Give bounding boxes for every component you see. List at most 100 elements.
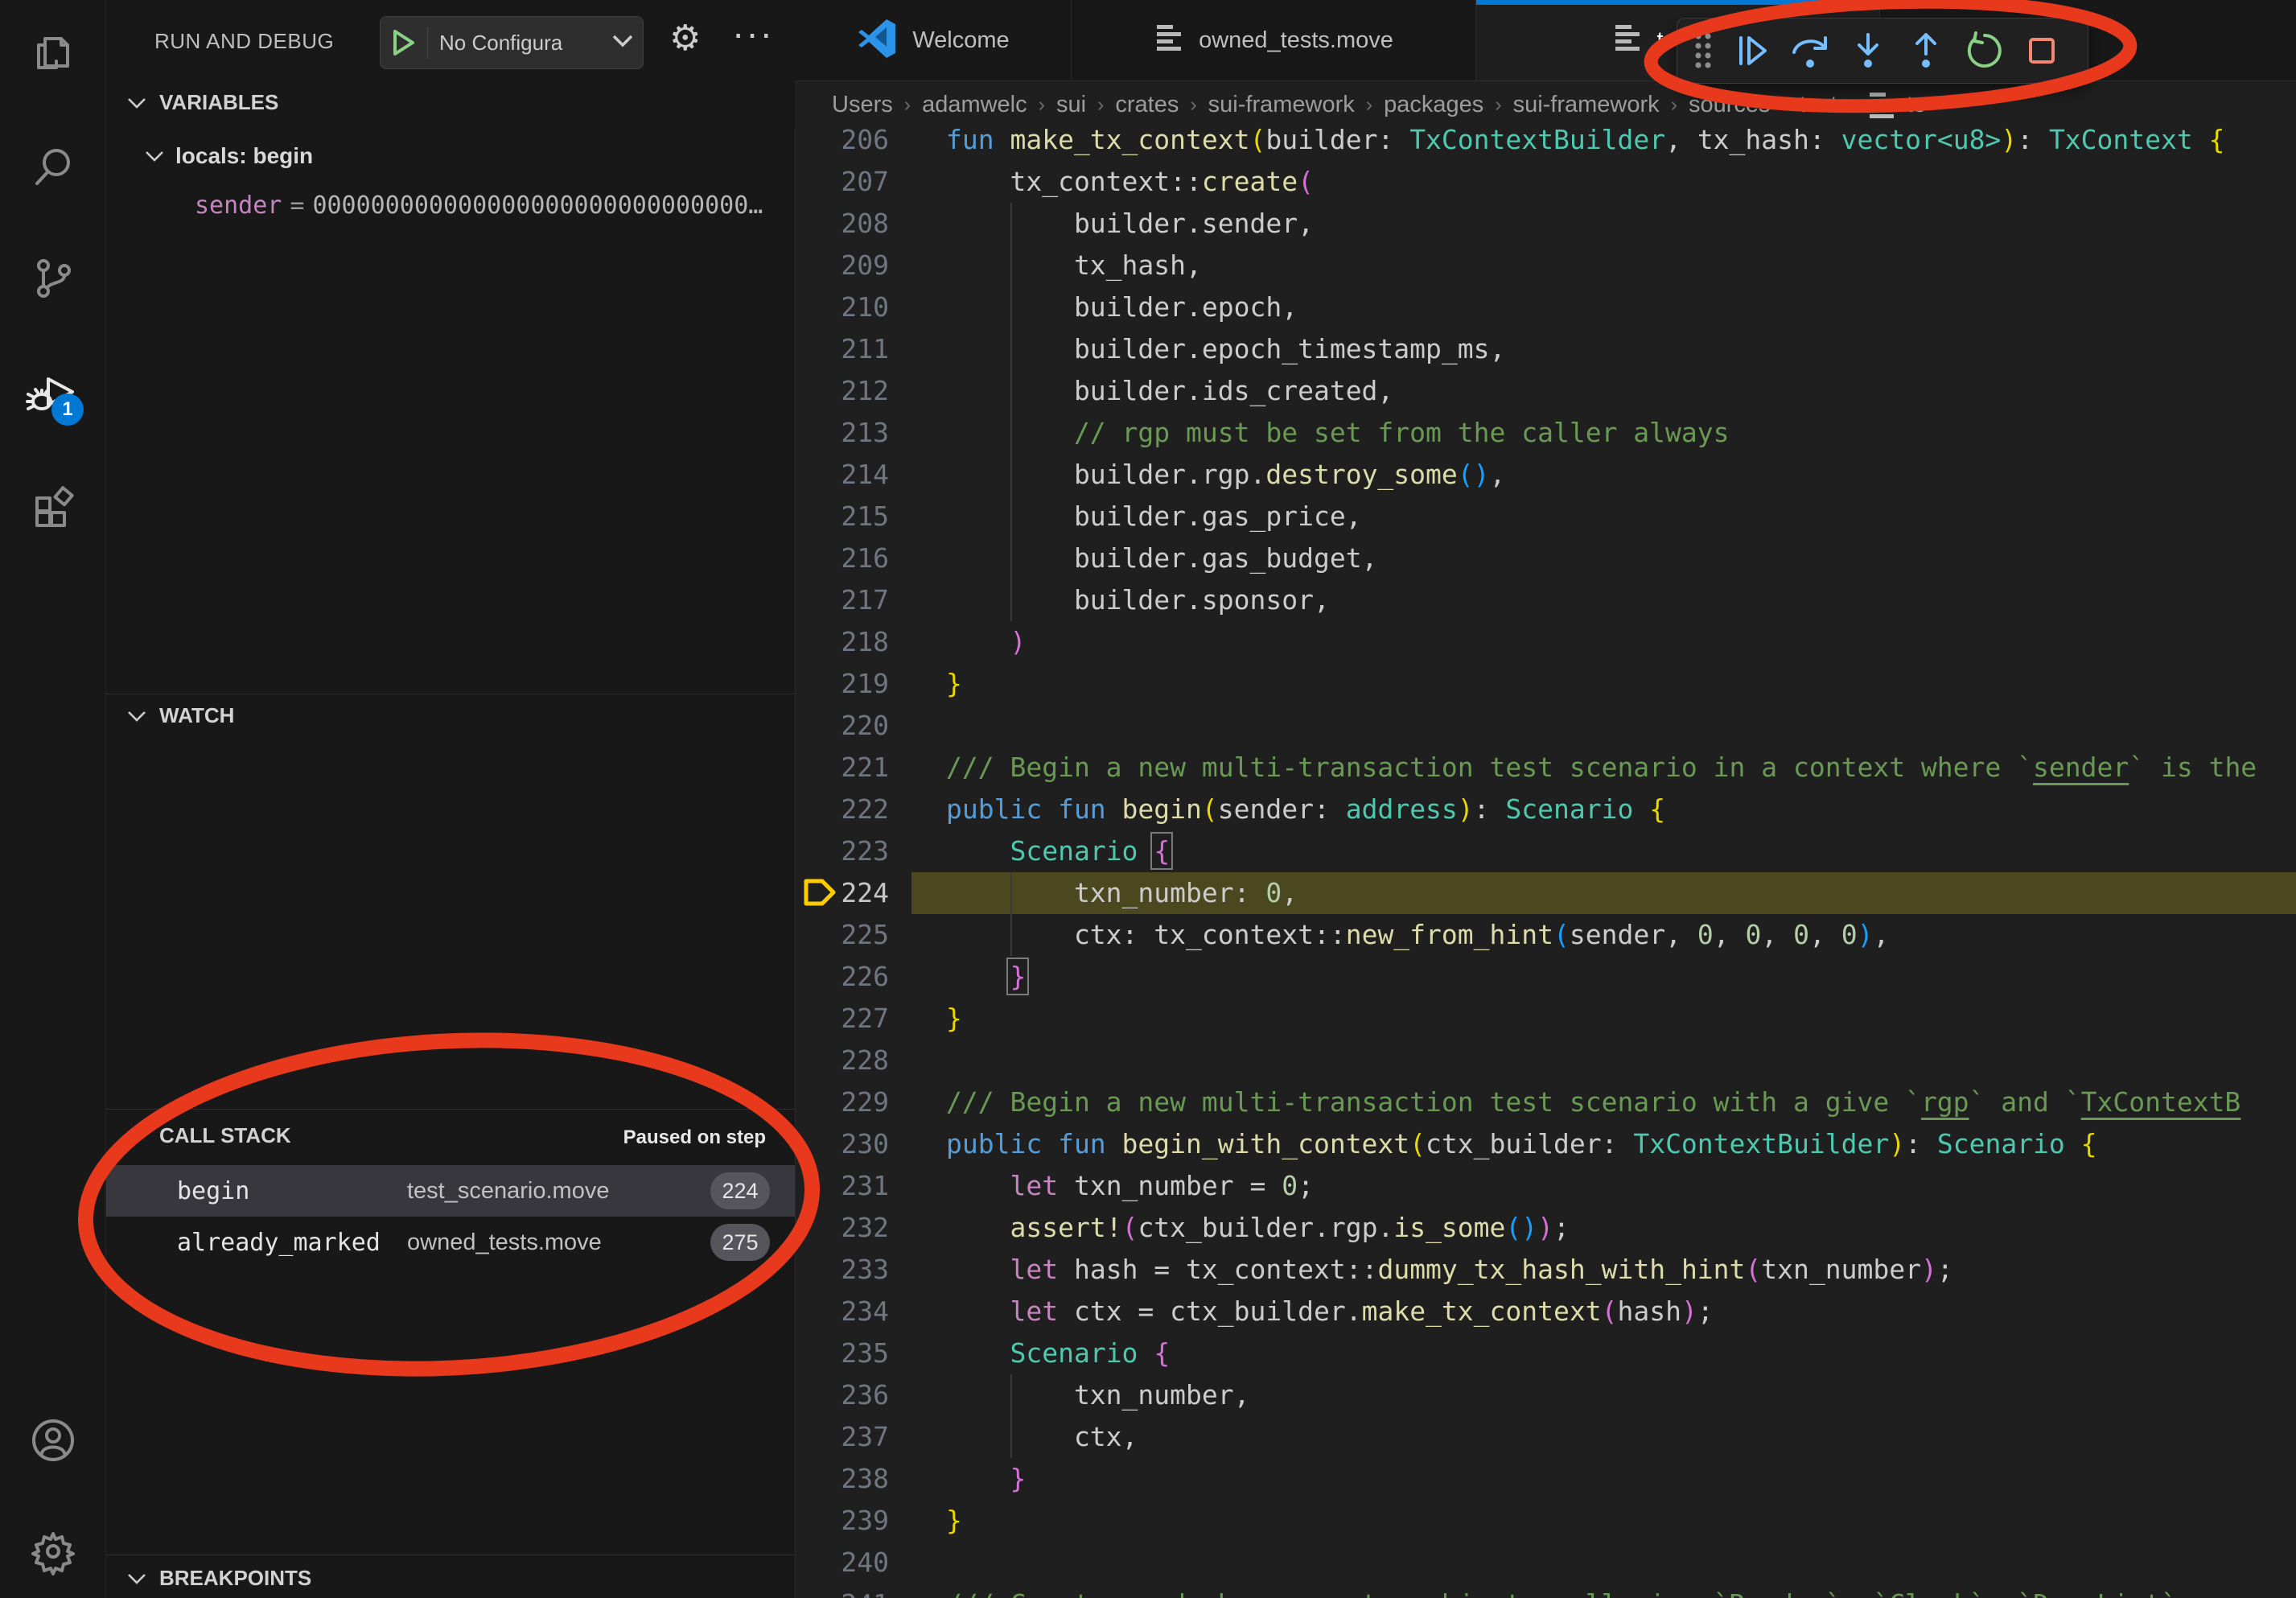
variables-section-header[interactable]: VARIABLES xyxy=(127,90,278,115)
editor-group[interactable]: 206fun make_tx_context(builder: TxContex… xyxy=(795,0,2296,1598)
line-number[interactable]: 231 xyxy=(829,1165,889,1207)
line-number[interactable]: 226 xyxy=(829,956,889,998)
breadcrumb-item[interactable]: sources xyxy=(1689,92,1771,118)
line-number[interactable]: 228 xyxy=(829,1040,889,1081)
code-line-239: 239} xyxy=(795,1500,2296,1542)
continue-button[interactable] xyxy=(1726,24,1779,77)
breadcrumb-item[interactable]: adamwelc xyxy=(922,92,1027,118)
breadcrumb-item[interactable]: sui-framework xyxy=(1513,92,1660,118)
breadcrumb-item[interactable]: sui-framework xyxy=(1208,92,1355,118)
line-number[interactable]: 212 xyxy=(829,370,889,412)
line-number[interactable]: 235 xyxy=(829,1332,889,1374)
step-over-button[interactable] xyxy=(1784,24,1837,77)
drag-grip[interactable] xyxy=(1685,24,1721,77)
line-number[interactable]: 213 xyxy=(829,412,889,454)
call-stack-section-header[interactable]: CALL STACK xyxy=(127,1123,291,1148)
debug-configuration-dropdown[interactable]: No Configura xyxy=(380,16,644,69)
breakpoints-section-header[interactable]: BREAKPOINTS xyxy=(127,1566,311,1591)
line-number[interactable]: 234 xyxy=(829,1291,889,1332)
line-number[interactable]: 207 xyxy=(829,161,889,203)
scope-label: locals: begin xyxy=(175,143,313,169)
debug-settings-gear-icon[interactable]: ⚙ xyxy=(669,18,701,59)
line-number[interactable]: 241 xyxy=(829,1584,889,1598)
breadcrumb-item[interactable]: sui xyxy=(1056,92,1086,118)
code-line-213: 213 // rgp must be set from the caller a… xyxy=(795,412,2296,454)
tab-owned_tests.move[interactable]: owned_tests.move xyxy=(1072,0,1476,80)
line-number[interactable]: 225 xyxy=(829,914,889,956)
code-line-240: 240 xyxy=(795,1542,2296,1584)
breadcrumb-file-label: te xyxy=(1907,92,1926,118)
line-number[interactable]: 239 xyxy=(829,1500,889,1542)
breadcrumb-file[interactable]: te xyxy=(1866,91,1926,118)
activity-bar-search-icon[interactable] xyxy=(0,127,105,208)
breadcrumb-item[interactable]: packages xyxy=(1384,92,1483,118)
activity-bar-settings-gear-icon[interactable] xyxy=(0,1511,105,1592)
line-number[interactable]: 233 xyxy=(829,1249,889,1291)
line-number[interactable]: 240 xyxy=(829,1542,889,1584)
line-number[interactable]: 218 xyxy=(829,621,889,663)
line-number[interactable]: 221 xyxy=(829,747,889,789)
activity-bar: 1 xyxy=(0,0,106,1598)
code-line-214: 214 builder.rgp.destroy_some(), xyxy=(795,454,2296,496)
move-file-icon xyxy=(1154,23,1184,57)
sidebar-title: RUN AND DEBUG xyxy=(154,29,334,54)
variable-row[interactable]: sender=000000000000000000000000000000… xyxy=(195,192,763,220)
activity-bar-extensions-icon[interactable] xyxy=(0,464,105,545)
line-number[interactable]: 236 xyxy=(829,1374,889,1416)
line-number[interactable]: 227 xyxy=(829,998,889,1040)
section-divider xyxy=(106,1109,795,1110)
code-text: ctx: tx_context::new_from_hint(sender, 0… xyxy=(946,914,1889,956)
breadcrumb-item[interactable]: Users xyxy=(832,92,893,118)
code-line-228: 228 xyxy=(795,1040,2296,1081)
stop-button[interactable] xyxy=(2015,24,2068,77)
breadcrumb-separator: › xyxy=(1837,93,1866,117)
line-number[interactable]: 238 xyxy=(829,1458,889,1500)
line-number[interactable]: 220 xyxy=(829,705,889,747)
line-number[interactable]: 217 xyxy=(829,579,889,621)
chevron-down-icon xyxy=(145,150,164,162)
code-text: builder.epoch, xyxy=(946,286,1298,328)
activity-bar-explorer-icon[interactable] xyxy=(0,16,105,97)
call-stack-frame-already_marked[interactable]: already_markedowned_tests.move275 xyxy=(106,1217,795,1268)
tab-label: owned_tests.move xyxy=(1199,27,1393,54)
start-debug-icon[interactable] xyxy=(381,27,428,59)
activity-bar-account-icon[interactable] xyxy=(0,1400,105,1481)
code-text: public fun begin_with_context(ctx_builde… xyxy=(946,1123,2097,1165)
restart-button[interactable] xyxy=(1957,24,2010,77)
step-out-button[interactable] xyxy=(1899,24,1952,77)
chevron-down-icon xyxy=(127,1131,146,1142)
code-text: assert!(ctx_builder.rgp.is_some()); xyxy=(946,1207,1570,1249)
watch-section-header[interactable]: WATCH xyxy=(127,703,234,728)
activity-bar-run-debug-icon[interactable]: 1 xyxy=(0,353,105,434)
line-number[interactable]: 216 xyxy=(829,537,889,579)
breadcrumb-item[interactable]: crates xyxy=(1115,92,1179,118)
step-into-button[interactable] xyxy=(1841,24,1895,77)
variables-scope-row[interactable]: locals: begin xyxy=(145,143,313,169)
line-number[interactable]: 210 xyxy=(829,286,889,328)
line-number[interactable]: 229 xyxy=(829,1081,889,1123)
line-number[interactable]: 215 xyxy=(829,496,889,537)
code-line-238: 238 } xyxy=(795,1458,2296,1500)
code-text: /// Begin a new multi-transaction test s… xyxy=(946,1081,2240,1123)
breadcrumb-separator: › xyxy=(1179,93,1208,117)
line-number[interactable]: 223 xyxy=(829,830,889,872)
code-text: builder.gas_price, xyxy=(946,496,1362,537)
call-stack-frame-begin[interactable]: begintest_scenario.move224 xyxy=(106,1165,795,1217)
line-number[interactable]: 214 xyxy=(829,454,889,496)
line-number[interactable]: 208 xyxy=(829,203,889,245)
tab-Welcome[interactable]: Welcome xyxy=(795,0,1072,80)
line-number[interactable]: 232 xyxy=(829,1207,889,1249)
line-number[interactable]: 211 xyxy=(829,328,889,370)
breadcrumb-item[interactable]: test xyxy=(1800,92,1837,118)
code-text: tx_context::create( xyxy=(946,161,1314,203)
line-number[interactable]: 230 xyxy=(829,1123,889,1165)
line-number[interactable]: 222 xyxy=(829,789,889,830)
line-number[interactable]: 224 xyxy=(829,872,889,914)
code-area[interactable]: 206fun make_tx_context(builder: TxContex… xyxy=(795,0,2296,1598)
more-actions-icon[interactable]: ··· xyxy=(732,11,774,55)
code-text: /// Begin a new multi-transaction test s… xyxy=(946,747,2257,789)
line-number[interactable]: 209 xyxy=(829,245,889,286)
line-number[interactable]: 237 xyxy=(829,1416,889,1458)
line-number[interactable]: 219 xyxy=(829,663,889,705)
activity-bar-source-control-icon[interactable] xyxy=(0,238,105,319)
